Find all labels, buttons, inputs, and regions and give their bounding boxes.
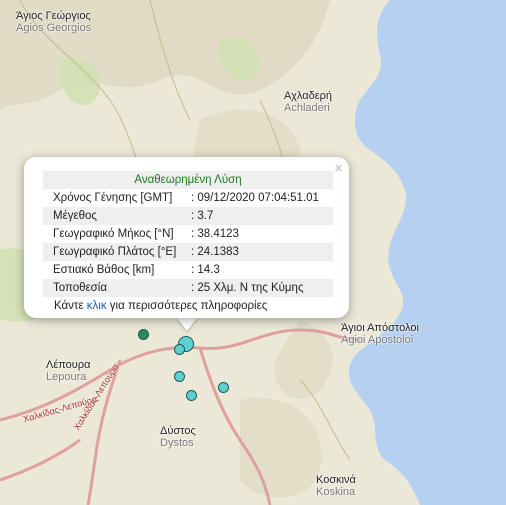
place-name-greek: Αχλαδερή: [284, 90, 333, 102]
field-label: Τοποθεσία: [53, 281, 107, 294]
table-row: Μέγεθος : 3.7: [43, 207, 333, 225]
earthquake-marker[interactable]: [174, 344, 185, 355]
field-label: Γεωγραφικό Μήκος [°N]: [53, 227, 174, 240]
earthquake-marker[interactable]: [174, 371, 185, 382]
place-name-greek: Λέπουρα: [46, 359, 91, 371]
table-row: Γεωγραφικό Πλάτος [°E] : 24.1383: [43, 243, 333, 261]
table-row: Αναθεωρημένη Λύση: [43, 171, 333, 189]
place-dystos: Δύστος Dystos: [160, 425, 196, 449]
field-value: : 25 Χλμ. Ν της Κύμης: [190, 281, 304, 294]
place-name-latin: Agios Georgios: [16, 22, 92, 34]
more-info-link[interactable]: κλικ: [87, 300, 107, 312]
place-agioi-apostoloi: Άγιοι Απόστολοι Agioi Apostoloi: [341, 322, 419, 346]
field-value: : 14.3: [190, 263, 220, 276]
close-icon[interactable]: ×: [334, 160, 343, 177]
field-value: : 24.1383: [190, 245, 239, 258]
table-row: Γεωγραφικό Μήκος [°N] : 38.4123: [43, 225, 333, 243]
field-label: Χρόνος Γένησης [GMT]: [53, 191, 173, 204]
popup-title: Αναθεωρημένη Λύση: [134, 173, 242, 186]
table-row: Χρόνος Γένησης [GMT] : 09/12/2020 07:04:…: [43, 189, 333, 207]
earthquake-marker[interactable]: [218, 382, 229, 393]
place-name-greek: Κοσκινά: [316, 474, 356, 486]
table-row: Τοποθεσία : 25 Χλμ. Ν της Κύμης: [43, 279, 333, 297]
table-row: Εστιακό Βάθος [km] : 14.3: [43, 261, 333, 279]
earthquake-info-popup: × Αναθεωρημένη Λύση Χρόνος Γένησης [GMT]…: [24, 157, 349, 318]
earthquake-info-table: Αναθεωρημένη Λύση Χρόνος Γένησης [GMT] :…: [43, 171, 333, 297]
place-koskina: Κοσκινά Koskina: [316, 474, 356, 498]
more-info-prefix: Κάντε: [54, 300, 87, 312]
earthquake-marker[interactable]: [138, 329, 149, 340]
place-name-latin: Lepoura: [46, 371, 87, 383]
field-label: Μέγεθος: [53, 209, 97, 222]
field-value: : 38.4123: [190, 227, 239, 240]
place-name-latin: Koskina: [316, 486, 356, 498]
popup-tip: [176, 317, 198, 331]
place-achladeri: Αχλαδερή Achladeri: [284, 90, 332, 114]
field-value: : 09/12/2020 07:04:51.01: [190, 191, 319, 204]
field-label: Γεωγραφικό Πλάτος [°E]: [53, 245, 177, 258]
place-name-latin: Achladeri: [284, 102, 330, 114]
earthquake-marker[interactable]: [186, 390, 197, 401]
place-name-greek: Άγιος Γεώργιος: [16, 10, 91, 22]
more-info-text: Κάντε κλικ για περισσότερες πληροφορίες: [54, 300, 267, 312]
field-label: Εστιακό Βάθος [km]: [53, 263, 155, 276]
more-info-suffix: για περισσότερες πληροφορίες: [106, 300, 268, 312]
place-name-greek: Δύστος: [160, 425, 196, 437]
place-lepoura: Λέπουρα Lepoura: [46, 359, 90, 383]
place-name-latin: Dystos: [160, 437, 194, 449]
place-name-latin: Agioi Apostoloi: [341, 334, 414, 346]
place-name-greek: Άγιοι Απόστολοι: [341, 322, 419, 334]
place-agios-georgios: Άγιος Γεώργιος Agios Georgios: [16, 10, 91, 34]
field-value: : 3.7: [190, 209, 214, 222]
